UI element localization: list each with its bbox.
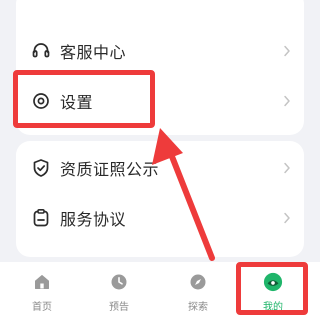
tab-preview[interactable]: 预告 xyxy=(89,262,149,318)
tab-explore[interactable]: 探索 xyxy=(168,262,228,318)
menu-item-settings[interactable]: 设置 xyxy=(16,74,304,127)
tab-mine[interactable]: 我的 xyxy=(243,262,303,318)
menu-card-bottom: 资质证照公示 服务协议 xyxy=(16,141,304,257)
tab-label: 探索 xyxy=(188,302,208,313)
menu-card-top: 客服中心 设置 xyxy=(16,0,304,135)
tab-label: 首页 xyxy=(32,302,52,313)
headset-icon xyxy=(30,40,52,62)
bottom-tab-bar: 首页 预告 探索 我的 xyxy=(0,262,320,318)
menu-item-label: 资质证照公示 xyxy=(60,159,160,179)
chevron-right-icon xyxy=(282,44,292,58)
menu-item-label: 设置 xyxy=(60,92,94,112)
profile-icon xyxy=(263,272,283,292)
menu-item-customer-service[interactable]: 客服中心 xyxy=(16,24,304,77)
tab-label: 我的 xyxy=(263,302,283,313)
clipboard-icon xyxy=(30,207,52,229)
menu-item-label: 客服中心 xyxy=(60,42,127,62)
chevron-right-icon xyxy=(282,94,292,108)
settings-icon xyxy=(30,90,52,112)
clock-icon xyxy=(109,272,129,292)
menu-item-label: 服务协议 xyxy=(60,209,127,229)
compass-icon xyxy=(188,272,208,292)
tab-label: 预告 xyxy=(109,302,129,313)
chevron-right-icon xyxy=(282,211,292,225)
chevron-right-icon xyxy=(282,161,292,175)
menu-item-qualification[interactable]: 资质证照公示 xyxy=(16,141,304,194)
home-icon xyxy=(32,272,52,292)
tab-home[interactable]: 首页 xyxy=(12,262,72,318)
menu-item-service-agreement[interactable]: 服务协议 xyxy=(16,191,304,244)
shield-check-icon xyxy=(30,157,52,179)
